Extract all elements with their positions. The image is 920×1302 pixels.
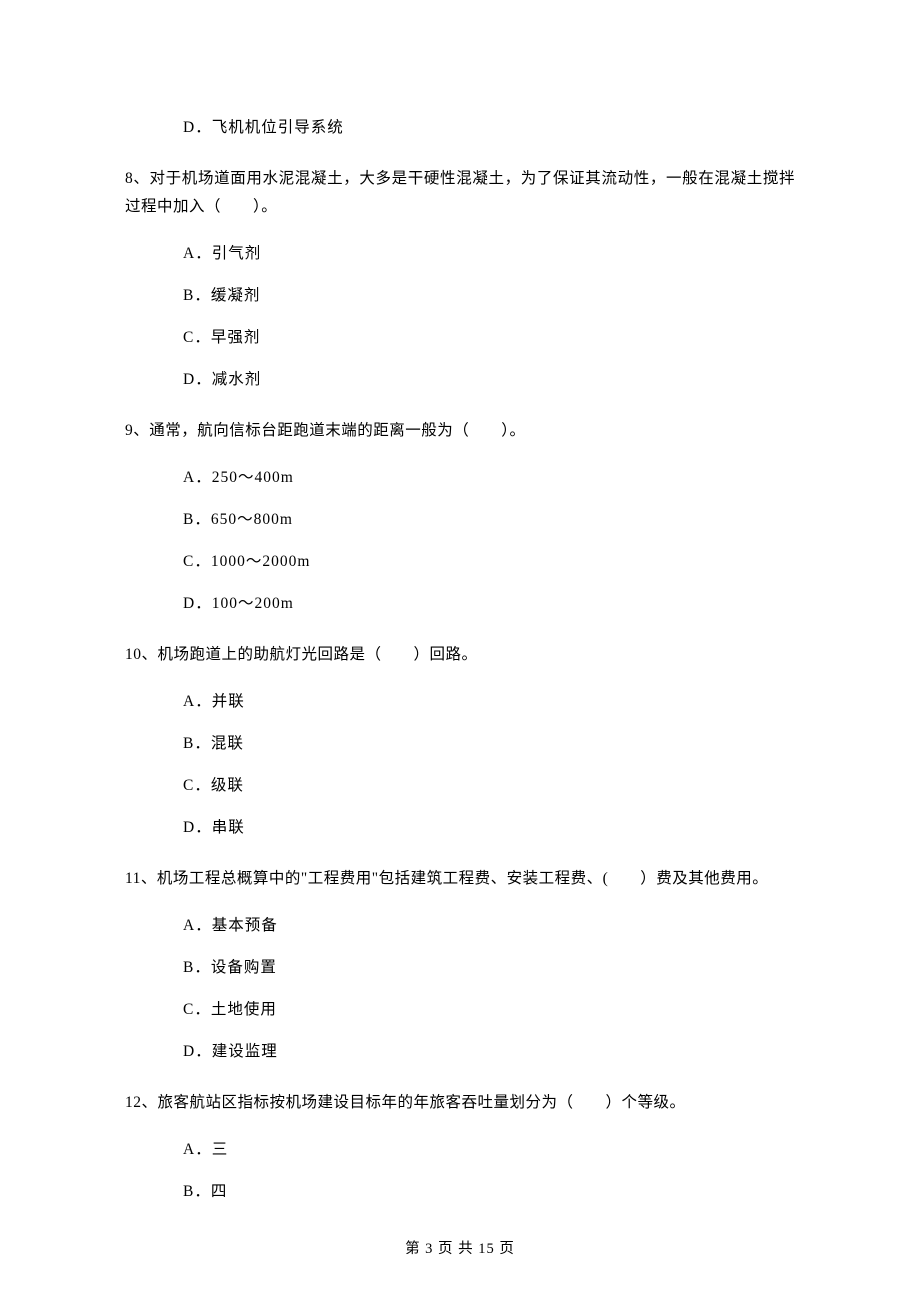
q10-stem: 10、机场跑道上的助航灯光回路是（ ）回路。: [125, 641, 795, 669]
q9-options: A．250～400m B．650～800m C．1000～2000m D．100…: [125, 465, 795, 613]
q8-options: A．引气剂 B．缓凝剂 C．早强剂 D．减水剂: [125, 241, 795, 389]
q12-options: A．三 B．四: [125, 1137, 795, 1201]
q10-option-b: B．混联: [183, 731, 795, 753]
q9-option-a: A．250～400m: [183, 465, 795, 487]
q11-option-d: D．建设监理: [183, 1039, 795, 1061]
q11-option-a: A．基本预备: [183, 913, 795, 935]
q8-option-a: A．引气剂: [183, 241, 795, 263]
q10-option-d: D．串联: [183, 815, 795, 837]
q8-option-d: D．减水剂: [183, 367, 795, 389]
q9-option-b: B．650～800m: [183, 507, 795, 529]
q9-option-c: C．1000～2000m: [183, 549, 795, 571]
q9-option-d: D．100～200m: [183, 591, 795, 613]
q10-option-a: A．并联: [183, 689, 795, 711]
page-footer: 第 3 页 共 15 页: [0, 1237, 920, 1258]
q11-option-c: C．土地使用: [183, 997, 795, 1019]
q10-options: A．并联 B．混联 C．级联 D．串联: [125, 689, 795, 837]
q7-option-d: D．飞机机位引导系统: [183, 115, 795, 137]
q8-option-b: B．缓凝剂: [183, 283, 795, 305]
q8-stem: 8、对于机场道面用水泥混凝土，大多是干硬性混凝土，为了保证其流动性，一般在混凝土…: [125, 165, 795, 221]
q12-option-a: A．三: [183, 1137, 795, 1159]
q8-option-c: C．早强剂: [183, 325, 795, 347]
q11-option-b: B．设备购置: [183, 955, 795, 977]
q9-stem: 9、通常，航向信标台距跑道末端的距离一般为（ ）。: [125, 417, 795, 445]
q12-option-b: B．四: [183, 1179, 795, 1201]
q10-option-c: C．级联: [183, 773, 795, 795]
q11-options: A．基本预备 B．设备购置 C．土地使用 D．建设监理: [125, 913, 795, 1061]
q12-stem: 12、旅客航站区指标按机场建设目标年的年旅客吞吐量划分为（ ）个等级。: [125, 1089, 795, 1117]
q11-stem: 11、机场工程总概算中的"工程费用"包括建筑工程费、安装工程费、( ）费及其他费…: [125, 865, 795, 893]
